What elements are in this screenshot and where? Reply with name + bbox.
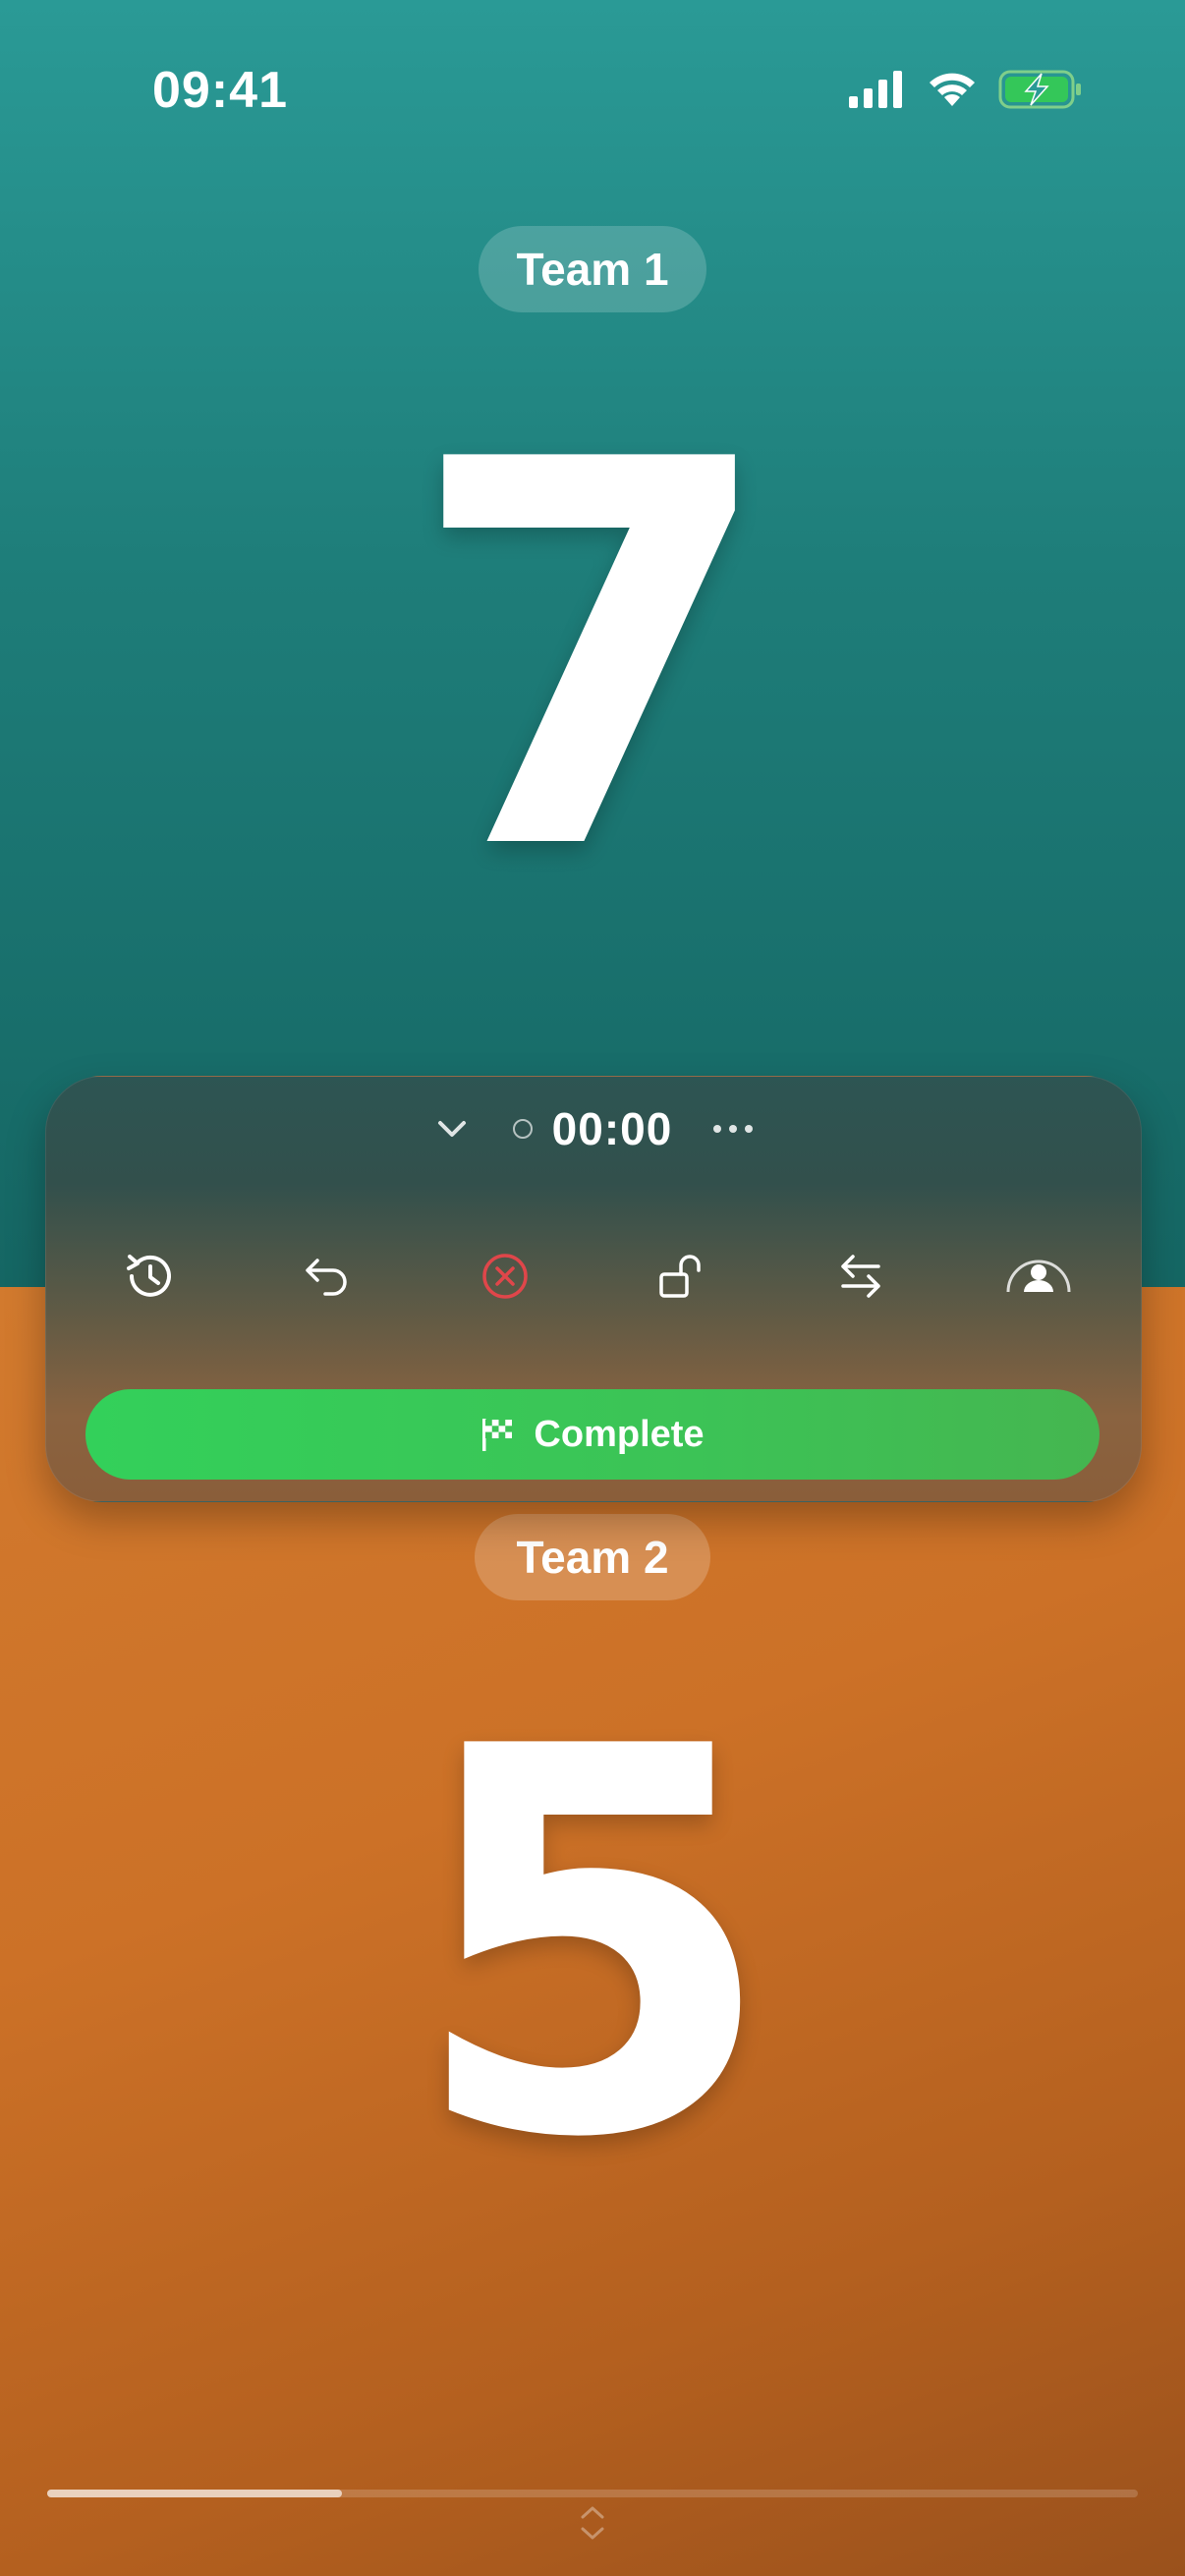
panel-header: 00:00 — [46, 1094, 1141, 1163]
wifi-icon — [930, 73, 975, 106]
reset-button[interactable] — [471, 1242, 539, 1311]
status-icons — [847, 70, 1083, 120]
progress-fill — [47, 2490, 342, 2497]
progress-track[interactable] — [47, 2490, 1138, 2497]
history-icon — [127, 1255, 171, 1297]
team2-score[interactable]: 5 — [0, 1680, 1185, 2211]
status-time: 09:41 — [152, 62, 288, 119]
undo-button[interactable] — [293, 1242, 362, 1311]
close-circle-icon — [482, 1254, 528, 1299]
timer-status-indicator — [512, 1119, 533, 1139]
timer-display[interactable]: 00:00 — [552, 1102, 673, 1155]
swap-button[interactable] — [826, 1242, 895, 1311]
person-badge-icon — [1006, 1260, 1071, 1293]
battery-charging-icon — [998, 70, 1081, 109]
undo-icon — [306, 1259, 347, 1296]
unlock-icon — [659, 1255, 701, 1298]
player-button[interactable] — [1004, 1242, 1073, 1311]
complete-label: Complete — [534, 1413, 705, 1455]
expand-handle-icon[interactable] — [575, 2501, 610, 2545]
team1-name: Team 1 — [516, 244, 669, 295]
team1-name-badge[interactable]: Team 1 — [479, 226, 706, 312]
more-horizontal-icon[interactable] — [711, 1123, 755, 1135]
team1-score[interactable]: 7 — [0, 393, 1185, 924]
checkered-flag-icon — [482, 1419, 513, 1451]
team2-name-badge[interactable]: Team 2 — [475, 1514, 710, 1600]
control-panel: 00:00 Complete — [45, 1076, 1142, 1502]
history-button[interactable] — [115, 1242, 184, 1311]
team2-name: Team 2 — [516, 1532, 669, 1583]
cellular-signal-icon — [849, 71, 902, 108]
action-row — [46, 1242, 1141, 1311]
swap-icon — [841, 1255, 880, 1298]
complete-button[interactable]: Complete — [85, 1389, 1100, 1480]
lock-button[interactable] — [649, 1242, 717, 1311]
chevron-down-icon[interactable] — [432, 1109, 472, 1148]
